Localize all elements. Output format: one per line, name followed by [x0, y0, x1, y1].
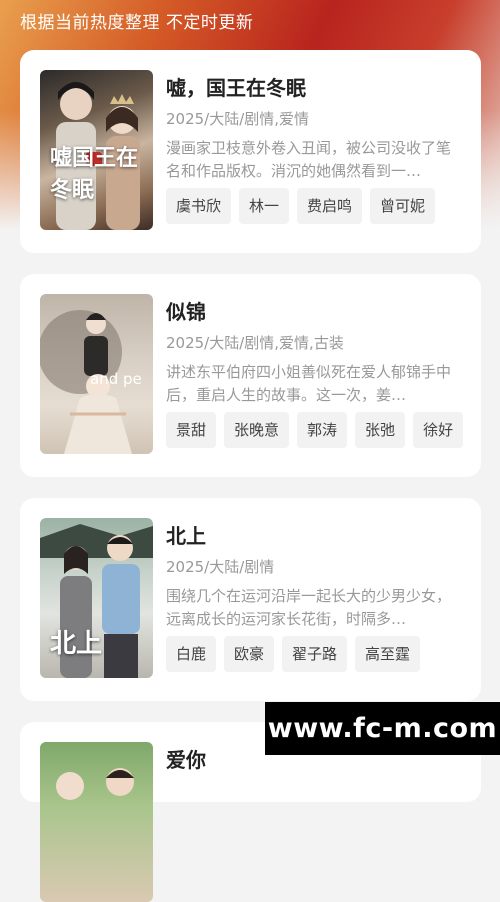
- poster-image[interactable]: [40, 742, 153, 902]
- poster-overlay-text: and pe: [90, 370, 142, 388]
- cast-tag[interactable]: 景甜: [166, 412, 217, 448]
- site-watermark: www.fc-m.com: [265, 702, 500, 755]
- drama-meta: 2025/大陆/剧情: [166, 558, 275, 576]
- drama-card[interactable]: and pe 似锦 2025/大陆/剧情,爱情,古装 讲述东平伯府四小姐善似死在…: [20, 274, 481, 477]
- poster-image[interactable]: 北上: [40, 518, 153, 678]
- cast-tag[interactable]: 高至霆: [355, 636, 421, 672]
- poster-image[interactable]: 嘘国王在冬眠: [40, 70, 153, 230]
- cast-tag[interactable]: 翟子路: [282, 636, 348, 672]
- update-notice: 根据当前热度整理 不定时更新: [20, 13, 254, 33]
- cast-tag[interactable]: 张弛: [355, 412, 406, 448]
- cast-tag[interactable]: 曾可妮: [370, 188, 436, 224]
- cast-tags: 白鹿 欧豪 翟子路 高至霆: [166, 636, 421, 672]
- cast-tag[interactable]: 郭涛: [297, 412, 348, 448]
- drama-title[interactable]: 北上: [166, 520, 206, 549]
- drama-meta: 2025/大陆/剧情,爱情,古装: [166, 334, 344, 352]
- drama-description: 讲述东平伯府四小姐善似死在爱人郁锦手中后，重启人生的故事。这一次，姜…: [166, 363, 452, 404]
- drama-title[interactable]: 似锦: [166, 296, 206, 325]
- drama-meta: 2025/大陆/剧情,爱情: [166, 110, 310, 128]
- poster-title: 嘘国王在冬眠: [50, 145, 139, 203]
- drama-card[interactable]: 嘘国王在冬眠 嘘，国王在冬眠 2025/大陆/剧情,爱情 漫画家卫枝意外卷入丑闻…: [20, 50, 481, 253]
- cast-tag[interactable]: 欧豪: [224, 636, 275, 672]
- drama-description: 围绕几个在运河沿岸一起长大的少男少女，远离成长的运河家长花街，时隔多…: [166, 587, 452, 628]
- drama-title[interactable]: 爱你: [166, 744, 206, 773]
- cast-tags: 景甜 张晚意 郭涛 张弛 徐好: [166, 412, 464, 448]
- cast-tag[interactable]: 白鹿: [166, 636, 217, 672]
- poster-title: 北上: [50, 629, 103, 659]
- cast-tag[interactable]: 张晚意: [224, 412, 290, 448]
- drama-description: 漫画家卫枝意外卷入丑闻，被公司没收了笔名和作品版权。消沉的她偶然看到一…: [166, 139, 452, 180]
- drama-title[interactable]: 嘘，国王在冬眠: [166, 72, 306, 101]
- poster-image[interactable]: and pe: [40, 294, 153, 454]
- poster-figures-icon: [56, 768, 134, 800]
- cast-tag[interactable]: 徐好: [413, 412, 464, 448]
- cast-tags: 虞书欣 林一 费启鸣 曾可妮: [166, 188, 436, 224]
- drama-card[interactable]: 北上 北上 2025/大陆/剧情 围绕几个在运河沿岸一起长大的少男少女，远离成长…: [20, 498, 481, 701]
- cast-tag[interactable]: 费启鸣: [297, 188, 363, 224]
- cast-tag[interactable]: 林一: [239, 188, 290, 224]
- cast-tag[interactable]: 虞书欣: [166, 188, 232, 224]
